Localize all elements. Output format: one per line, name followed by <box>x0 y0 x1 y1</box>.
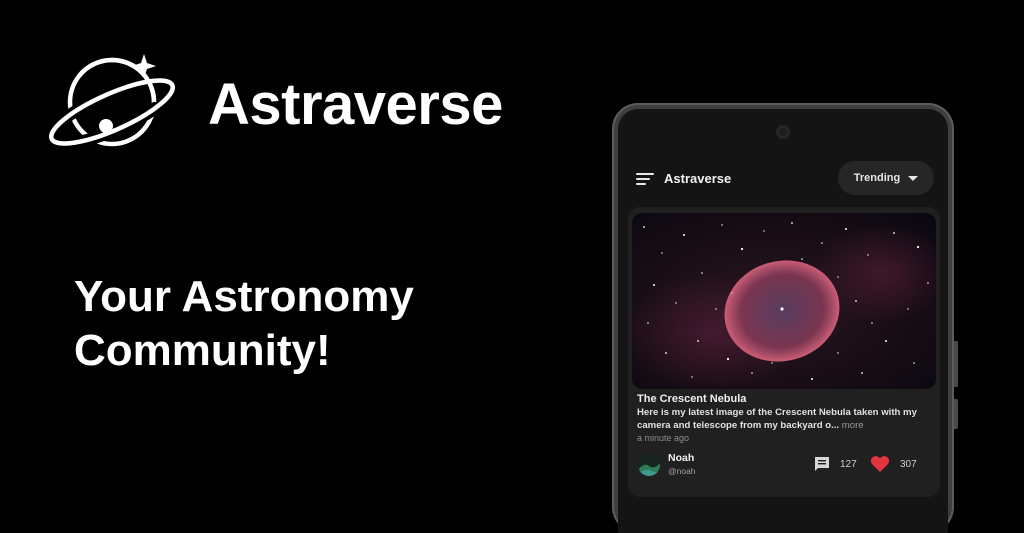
heart-icon[interactable] <box>870 455 890 473</box>
tagline-line-1: Your Astronomy <box>74 272 414 321</box>
comment-icon[interactable] <box>814 456 830 472</box>
app-title: Astraverse <box>664 171 732 186</box>
sort-dropdown-label: Trending <box>853 172 901 184</box>
avatar[interactable] <box>638 454 660 476</box>
comment-count: 127 <box>840 459 857 470</box>
post-image[interactable] <box>632 213 936 389</box>
menu-icon[interactable] <box>636 173 654 187</box>
power-button <box>954 399 958 429</box>
tagline-line-2: Community! <box>74 326 331 375</box>
post-body-text: Here is my latest image of the Crescent … <box>637 407 917 431</box>
sparkle-icon <box>132 54 156 78</box>
author-name[interactable]: Noah <box>668 452 694 464</box>
front-camera <box>776 125 790 139</box>
post-body: Here is my latest image of the Crescent … <box>637 407 933 432</box>
more-link[interactable]: more <box>842 420 864 431</box>
volume-button <box>954 341 958 387</box>
planet-logo-icon <box>45 54 179 150</box>
phone-mockup: Astraverse Trending The Crescent Nebula … <box>612 103 958 533</box>
sort-dropdown[interactable]: Trending <box>838 161 934 195</box>
phone-screen: Astraverse Trending The Crescent Nebula … <box>618 109 948 533</box>
post-title: The Crescent Nebula <box>637 393 747 405</box>
author-handle: @noah <box>668 466 696 476</box>
brand-name: Astraverse <box>208 72 503 137</box>
post-card[interactable]: The Crescent Nebula Here is my latest im… <box>628 207 940 497</box>
like-count: 307 <box>900 459 917 470</box>
post-text: The Crescent Nebula Here is my latest im… <box>637 393 933 443</box>
caret-down-icon <box>908 175 919 181</box>
tagline: Your Astronomy Community! <box>74 270 494 378</box>
post-footer: Noah @noah 127 307 <box>638 451 934 481</box>
post-timestamp: a minute ago <box>637 433 690 443</box>
